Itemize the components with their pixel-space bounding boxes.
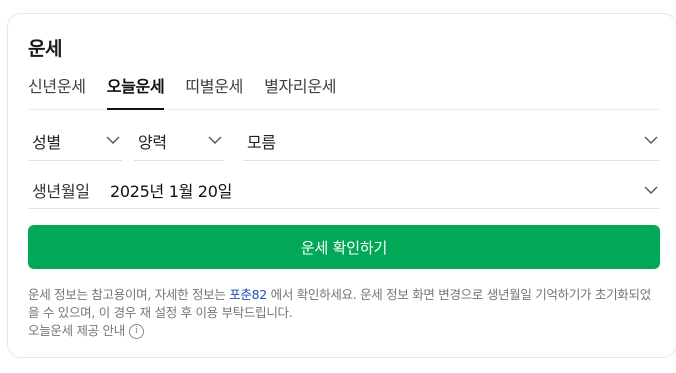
tab-zodiac-animal-fortune[interactable]: 띠별운세 — [185, 73, 243, 109]
fortune-provider-info[interactable]: 오늘운세 제공 안내 i — [28, 322, 144, 340]
chevron-down-icon — [644, 186, 658, 194]
birth-time-value: 모름 — [247, 133, 276, 152]
fortune-card: 운세 신년운세 오늘운세 띠별운세 별자리운세 성별 양력 모름 생년월일 20… — [7, 13, 676, 358]
gender-select-value: 성별 — [32, 133, 61, 152]
birthdate-value: 2025년 1월 20일 — [110, 182, 232, 201]
info-icon: i — [128, 323, 144, 339]
tab-today-fortune[interactable]: 오늘운세 — [106, 73, 165, 110]
notice-text-start: 운세 정보는 참고용이며, 자세한 정보는 — [28, 287, 230, 302]
card-title: 운세 — [28, 38, 62, 60]
fortune-notice: 운세 정보는 참고용이며, 자세한 정보는 포춘82 에서 확인하세요. 운세 … — [28, 286, 660, 340]
birthdate-select[interactable]: 생년월일 2025년 1월 20일 — [28, 172, 660, 209]
birth-time-select[interactable]: 모름 — [243, 122, 660, 161]
fortune-tabs: 신년운세 오늘운세 띠별운세 별자리운세 — [28, 73, 660, 110]
calendar-type-value: 양력 — [138, 133, 167, 152]
check-fortune-button[interactable]: 운세 확인하기 — [28, 225, 660, 269]
tab-constellation-fortune[interactable]: 별자리운세 — [264, 73, 336, 109]
birthdate-label: 생년월일 — [32, 182, 90, 201]
fortune82-link[interactable]: 포춘82 — [229, 287, 267, 302]
fortune-provider-info-label: 오늘운세 제공 안내 — [28, 323, 125, 338]
chevron-down-icon — [208, 136, 222, 144]
chevron-down-icon — [106, 136, 120, 144]
gender-select[interactable]: 성별 — [28, 122, 122, 161]
fortune-options-row: 성별 양력 모름 — [28, 122, 660, 161]
chevron-down-icon — [644, 136, 658, 144]
tab-new-year-fortune[interactable]: 신년운세 — [28, 73, 86, 109]
calendar-type-select[interactable]: 양력 — [134, 122, 224, 161]
